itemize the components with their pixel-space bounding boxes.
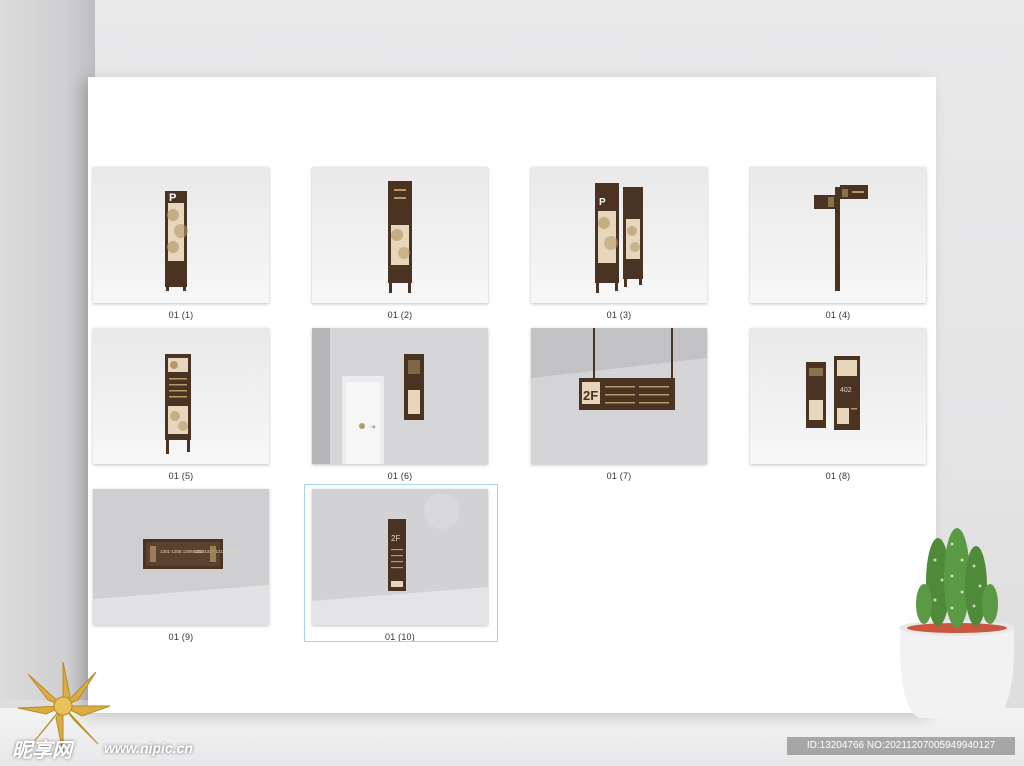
thumbnail-8[interactable]: 402 — [750, 328, 926, 464]
parking-letter: P — [169, 192, 176, 204]
thumbnail-caption: 01 (6) — [387, 471, 413, 481]
thumbnail-caption: 01 (4) — [825, 310, 851, 320]
thumbnail-6[interactable]: ➜ — [312, 328, 488, 464]
room-number: 402 — [840, 387, 852, 394]
watermark-image-id: ID:13204766 NO:20211207005949940127 — [787, 737, 1015, 755]
thumbnail-2[interactable] — [312, 167, 488, 303]
svg-text:➜: ➜ — [370, 424, 376, 431]
floor-label: 2F — [583, 388, 598, 403]
thumbnail-caption: 01 (5) — [168, 471, 194, 481]
thumbnail-caption: 01 (1) — [168, 310, 194, 320]
thumbnail-5[interactable] — [93, 328, 269, 464]
wall-shadow — [0, 0, 95, 700]
thumbnail-7[interactable]: 2F — [531, 328, 707, 464]
thumbnail-4[interactable] — [750, 167, 926, 303]
watermark-url[interactable]: www.nipic.cn — [104, 740, 193, 756]
watermark-logo: 昵享网 — [12, 738, 72, 762]
thumbnail-caption: 01 (3) — [606, 310, 632, 320]
cactus-plant-icon — [899, 528, 1015, 718]
selection-outline — [304, 484, 498, 642]
thumbnail-9[interactable]: 1301-1305 1306-1310 1311-1317 1318-1325 — [93, 489, 269, 625]
thumbnail-caption: 01 (2) — [387, 310, 413, 320]
thumbnail-caption: 01 (8) — [825, 471, 851, 481]
thumbnail-caption: 01 (9) — [168, 632, 194, 642]
thumbnail-3[interactable]: P — [531, 167, 707, 303]
thumbnail-1[interactable]: P — [93, 167, 269, 303]
thumbnail-caption: 01 (7) — [606, 471, 632, 481]
svg-text:P: P — [599, 197, 606, 208]
